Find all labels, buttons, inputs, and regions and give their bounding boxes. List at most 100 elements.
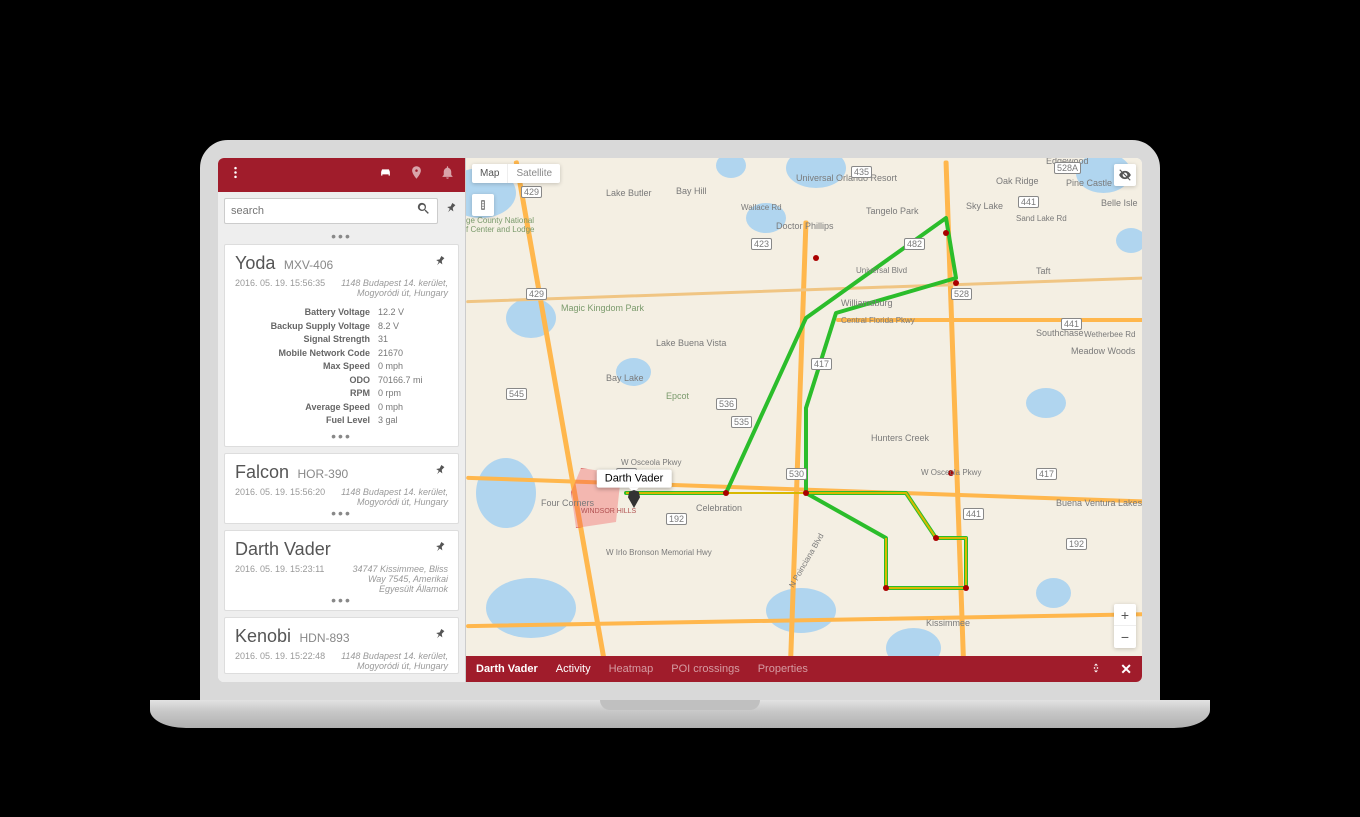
vehicle-address: 1148 Budapest 14. kerület, Mogyoródi út,… [335,278,448,298]
search-input[interactable] [231,205,416,217]
search-box[interactable] [224,198,438,224]
route-shield: 536 [716,398,737,410]
vehicle-card[interactable]: Yoda MXV-406 2016. 05. 19. 15:56:35 1148… [224,244,459,447]
stat-label: Backup Supply Voltage [235,320,378,334]
map-place-label: Tangelo Park [866,206,919,216]
route-shield: 441 [1061,318,1082,330]
vehicle-address: 1148 Budapest 14. kerület, Mogyoródi út,… [335,651,448,671]
map-place-label: ge County National f Center and Lodge [466,216,535,234]
expand-icon[interactable] [1090,662,1102,677]
map-marker-icon[interactable] [628,490,640,508]
map-place-label: Four Corners [541,498,594,508]
map-place-label: Celebration [696,503,742,513]
vehicle-card[interactable]: Kenobi HDN-893 2016. 05. 19. 15:22:48 11… [224,617,459,674]
pin-icon[interactable] [433,254,448,274]
bell-icon[interactable] [440,165,455,185]
stat-value: 31 [378,333,448,347]
route-shield: 417 [1036,468,1057,480]
map-place-label: Lake Buena Vista [656,338,726,348]
map-road-label: Sand Lake Rd [1016,214,1067,223]
route-shield: 429 [521,186,542,198]
ellipsis-icon[interactable]: ••• [235,507,448,521]
stat-label: Max Speed [235,360,378,374]
stat-label: Mobile Network Code [235,347,378,361]
stat-value: 70166.7 mi [378,374,448,388]
map-place-label: Kissimmee [926,618,970,628]
stat-label: Fuel Level [235,414,378,428]
sidebar-topbar [218,158,465,192]
detail-title: Darth Vader [476,663,538,675]
visibility-off-icon[interactable] [1114,164,1136,186]
tab-poi[interactable]: POI crossings [671,663,739,675]
map-road-label: W Irlo Bronson Memorial Hwy [606,548,712,557]
map-place-label: Meadow Woods [1071,346,1135,356]
tab-activity[interactable]: Activity [556,663,591,675]
vehicle-name: Falcon [235,462,289,482]
route-shield: 441 [1018,196,1039,208]
map-marker-label[interactable]: Darth Vader [597,470,672,488]
pin-icon[interactable] [433,463,448,483]
route-shield: 417 [811,358,832,370]
stat-label: Signal Strength [235,333,378,347]
vehicle-card[interactable]: Darth Vader 2016. 05. 19. 15:23:11 34747… [224,530,459,611]
location-icon[interactable] [409,165,424,185]
map-mode-map[interactable]: Map [472,164,508,183]
search-row [218,192,465,230]
map-road-label: Universal Blvd [856,266,907,275]
stat-label: Battery Voltage [235,306,378,320]
vehicle-list: Yoda MXV-406 2016. 05. 19. 15:56:35 1148… [218,244,465,682]
vehicle-card[interactable]: Falcon HOR-390 2016. 05. 19. 15:56:20 11… [224,453,459,524]
tab-heatmap[interactable]: Heatmap [609,663,654,675]
stat-value: 0 mph [378,401,448,415]
vehicle-time: 2016. 05. 19. 15:23:11 [235,564,324,594]
route-shield: 530 [786,468,807,480]
stat-value: 0 mph [378,360,448,374]
route-shield: 192 [1066,538,1087,550]
menu-icon[interactable] [228,165,243,185]
zoom-out-button[interactable]: − [1114,626,1136,648]
detail-bar: Darth Vader Activity Heatmap POI crossin… [466,656,1142,682]
map-place-label: Bay Lake [606,373,644,383]
map-road-label: Central Florida Pkwy [841,316,915,325]
zoom-control: + − [1114,604,1136,648]
map-place-label: Williamsburg [841,298,893,308]
ellipsis-icon[interactable]: ••• [218,230,465,244]
search-icon[interactable] [416,201,431,221]
route-shield: 528 [951,288,972,300]
stat-label: Average Speed [235,401,378,415]
zoom-in-button[interactable]: + [1114,604,1136,626]
map-place-label: Belle Isle [1101,198,1138,208]
map-road-label: Wallace Rd [741,203,782,212]
route-shield: 535 [731,416,752,428]
tab-properties[interactable]: Properties [758,663,808,675]
map-place-label: Oak Ridge [996,176,1039,186]
vehicle-icon[interactable] [378,165,393,185]
ellipsis-icon[interactable]: ••• [235,430,448,444]
map-place-label: Doctor Phillips [776,221,834,231]
sidebar: ••• Yoda MXV-406 [218,158,466,682]
map-mode-switch[interactable]: Map Satellite [472,164,560,183]
route-shield: 545 [506,388,527,400]
vehicle-plate: HDN-893 [300,631,350,645]
route-shield: 423 [751,238,772,250]
close-icon[interactable]: ✕ [1120,661,1132,678]
map-place-label: Taft [1036,266,1051,276]
vehicle-plate: MXV-406 [284,258,333,272]
vehicle-name: Kenobi [235,626,291,646]
route-shield: 441 [963,508,984,520]
route-shield: 429 [526,288,547,300]
stat-value: 12.2 V [378,306,448,320]
map-place-label: Epcot [666,391,689,401]
map-place-label: Bay Hill [676,186,707,196]
pin-icon[interactable] [433,540,448,560]
ellipsis-icon[interactable]: ••• [235,594,448,608]
pin-all-icon[interactable] [444,201,459,221]
map[interactable]: Universal Orlando Resort Oak Ridge Pine … [466,158,1142,682]
map-mode-satellite[interactable]: Satellite [508,164,560,183]
traffic-icon[interactable] [472,194,494,216]
vehicle-stats: Battery Voltage12.2 V Backup Supply Volt… [235,306,448,428]
vehicle-address: 1148 Budapest 14. kerület, Mogyoródi út,… [335,487,448,507]
pin-icon[interactable] [433,627,448,647]
map-place-label: Pine Castle [1066,178,1112,188]
vehicle-address: 34747 Kissimmee, Bliss Way 7545, Amerika… [334,564,448,594]
